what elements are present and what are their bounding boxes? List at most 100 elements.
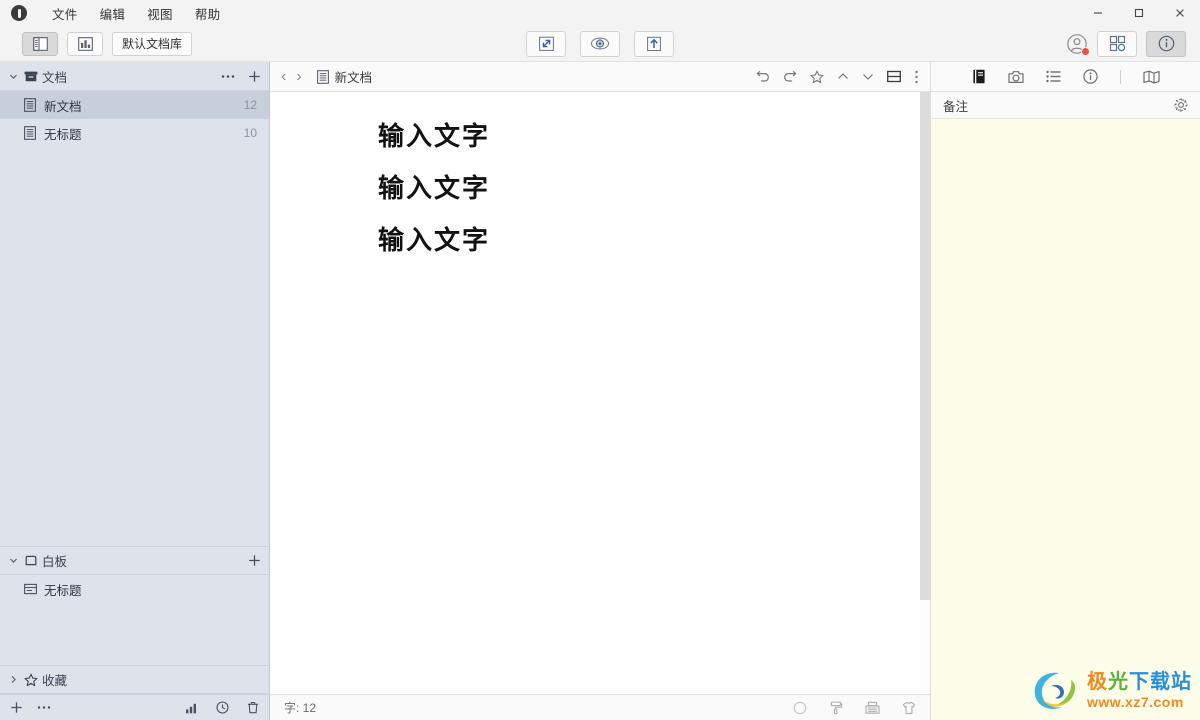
document-title: 新文档 <box>334 71 373 85</box>
list-item-label: 无标题 <box>44 127 82 142</box>
notes-title: 备注 <box>943 99 969 114</box>
chevron-down-icon[interactable] <box>6 556 20 565</box>
list-item-label: 无标题 <box>44 583 82 598</box>
account-avatar[interactable] <box>1066 33 1090 56</box>
toolbar-divider <box>1119 69 1121 84</box>
sidebar-section-title: 白板 <box>42 555 68 569</box>
redo-button[interactable] <box>783 70 797 83</box>
snapshot-tab[interactable] <box>1007 70 1024 84</box>
maximize-icon <box>1134 8 1143 18</box>
more-button[interactable] <box>37 705 51 710</box>
minimize-icon <box>1093 12 1102 14</box>
main-toolbar: 默认文档库 <box>0 26 1200 62</box>
info-panel-button[interactable] <box>1146 30 1186 57</box>
sidebar-section-actions <box>221 70 261 83</box>
collapse-arrows-icon <box>538 36 554 51</box>
theme-button[interactable] <box>902 701 916 715</box>
document-line[interactable]: 输入文字 <box>378 124 930 150</box>
outline-tab[interactable] <box>1045 70 1061 83</box>
forward-button[interactable]: › <box>296 68 301 86</box>
word-count-label: 字: 12 <box>284 701 317 715</box>
menu-item-file[interactable]: 文件 <box>41 1 89 26</box>
archive-box-icon <box>20 70 42 83</box>
undo-button[interactable] <box>756 70 770 83</box>
notes-header: 备注 <box>931 92 1200 119</box>
list-item-count: 10 <box>243 126 257 140</box>
map-tab[interactable] <box>1142 70 1160 84</box>
document-actions <box>756 70 919 84</box>
circle-button[interactable] <box>793 701 807 715</box>
breadcrumb[interactable]: 新文档 <box>316 67 373 86</box>
maximize-button[interactable] <box>1118 0 1159 26</box>
editor-column: ‹ › 新文档 输入文字 输入文字 输入文字 字: 12 <box>270 62 930 720</box>
whiteboard-add-button[interactable] <box>248 554 261 567</box>
notes-body[interactable] <box>931 119 1200 720</box>
documents-empty-space <box>0 147 269 546</box>
export-button[interactable] <box>634 30 674 57</box>
sidebar-footer <box>0 694 269 720</box>
list-item[interactable]: 新文档 12 <box>0 91 269 119</box>
info-tab[interactable] <box>1082 69 1098 84</box>
documents-add-button[interactable] <box>248 70 261 83</box>
star-icon <box>20 673 42 687</box>
close-icon <box>1175 9 1184 17</box>
status-bar: 字: 12 <box>270 694 930 720</box>
history-button[interactable] <box>216 701 229 714</box>
sidebar-section-whiteboard[interactable]: 白板 <box>0 546 269 575</box>
editor-scrollbar-thumb[interactable] <box>920 92 930 600</box>
document-line[interactable]: 输入文字 <box>378 176 930 202</box>
list-item-label: 新文档 <box>44 99 82 114</box>
chevron-right-icon[interactable] <box>6 675 20 684</box>
main-body: 文档 新文档 12 无标题 10 白板 无标题 收藏 ‹ › 新文档 输入文字 … <box>0 62 1200 720</box>
document-icon <box>316 69 329 84</box>
split-view-button[interactable] <box>887 70 901 83</box>
paint-roller-button[interactable] <box>829 701 843 715</box>
notification-badge <box>1081 46 1090 56</box>
list-item[interactable]: 无标题 10 <box>0 119 269 147</box>
toolbar-right-group <box>1066 30 1186 57</box>
upload-icon <box>647 36 661 51</box>
stats-button[interactable] <box>185 702 198 714</box>
editor-area[interactable]: 输入文字 输入文字 输入文字 <box>270 92 930 694</box>
sidebar-footer-left <box>10 701 51 714</box>
next-button[interactable] <box>862 72 874 81</box>
back-button[interactable]: ‹ <box>281 68 286 86</box>
documents-more-button[interactable] <box>221 74 235 79</box>
list-item[interactable]: 无标题 <box>0 575 269 603</box>
more-menu-button[interactable] <box>914 70 919 84</box>
typewriter-button[interactable] <box>865 701 880 715</box>
close-button[interactable] <box>1159 0 1200 26</box>
document-line[interactable]: 输入文字 <box>378 228 930 254</box>
toolbar-center-group <box>0 30 1200 57</box>
prev-button[interactable] <box>837 72 849 81</box>
document-icon <box>24 126 44 140</box>
document-nav: ‹ › <box>281 68 302 86</box>
app-logo-icon <box>11 5 27 21</box>
focus-mode-button[interactable] <box>526 30 566 57</box>
sidebar-section-favorites[interactable]: 收藏 <box>0 665 269 694</box>
status-bar-icons <box>793 701 916 715</box>
menu-item-edit[interactable]: 编辑 <box>89 1 137 26</box>
favorite-button[interactable] <box>810 70 824 84</box>
sidebar-section-title: 收藏 <box>42 674 68 688</box>
whiteboard-icon <box>20 554 42 567</box>
sidebar-section-actions <box>248 554 261 567</box>
app-window: 文件 编辑 视图 帮助 默认文档库 文档 新文档 12 无标题 10 白板 无标… <box>0 0 1200 720</box>
menu-item-view[interactable]: 视图 <box>136 1 184 26</box>
apps-grid-button[interactable] <box>1097 30 1137 57</box>
preview-button[interactable] <box>580 30 620 57</box>
trash-button[interactable] <box>247 701 259 714</box>
minimize-button[interactable] <box>1077 0 1118 26</box>
eye-icon <box>590 37 610 50</box>
sidebar-section-documents[interactable]: 文档 <box>0 62 269 91</box>
gear-icon[interactable] <box>1174 98 1188 112</box>
document-page[interactable]: 输入文字 输入文字 输入文字 <box>270 92 930 254</box>
documents-list: 新文档 12 无标题 10 <box>0 91 269 147</box>
sidebar-section-title: 文档 <box>42 70 68 85</box>
notebook-tab[interactable] <box>972 69 986 84</box>
add-button[interactable] <box>10 701 23 714</box>
menu-item-help[interactable]: 帮助 <box>184 1 232 26</box>
chevron-down-icon[interactable] <box>6 72 20 81</box>
editor-scrollbar[interactable] <box>920 92 930 694</box>
document-header: ‹ › 新文档 <box>270 62 930 92</box>
